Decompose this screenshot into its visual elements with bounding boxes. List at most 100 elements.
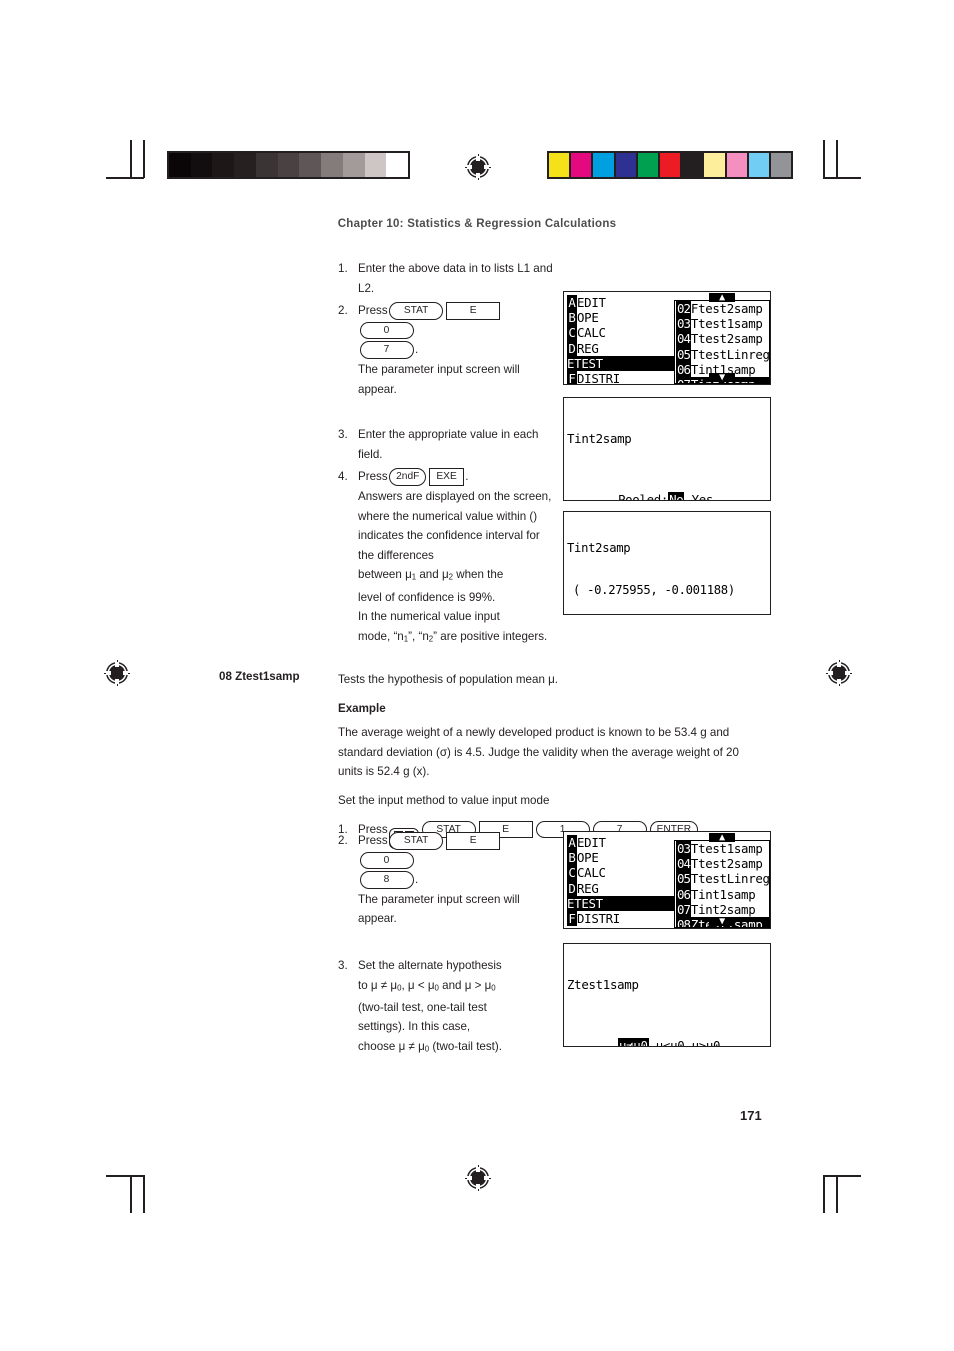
scroll-up-arrow-icon[interactable]: ▲: [709, 833, 735, 843]
lcd-menu-item-label: CALC: [577, 865, 606, 881]
key-7[interactable]: 7: [359, 341, 414, 359]
lcd2-pooled-value-alt[interactable]: Yes: [684, 492, 714, 500]
lcd-menu-item[interactable]: BOPE: [567, 850, 687, 866]
lcd-menu-item[interactable]: FDISTRI: [567, 371, 687, 385]
lcd-popup-item-index: 06: [676, 361, 691, 378]
step3-line2-a: to: [358, 978, 371, 992]
step4-line6b: ”, “n: [408, 629, 429, 643]
step-item: 2. Press STAT E 0 7. The parameter input sc…: [338, 301, 553, 399]
step3-line5-b: (two-tail test).: [429, 1040, 502, 1054]
calibration-swatch: [615, 153, 636, 177]
step4-line3b: and: [416, 568, 442, 582]
lcd-popup-item[interactable]: 03Ttest1samp: [675, 841, 769, 857]
step4-line5: In the numerical value input: [358, 610, 500, 624]
lcd5-hypothesis-options[interactable]: μ<μ0 μ>μ0: [649, 1038, 721, 1046]
lcd-popup-item[interactable]: 03Ttest1samp: [675, 316, 769, 332]
step-extra-text: The parameter input screen will appear.: [358, 892, 520, 926]
key-8[interactable]: 8: [359, 871, 414, 889]
key-e[interactable]: E: [446, 832, 501, 850]
lcd-menu-item[interactable]: DREG: [567, 880, 687, 896]
greater-than-symbol: >: [471, 978, 485, 992]
scroll-up-arrow-icon[interactable]: ▲: [709, 293, 735, 303]
lcd-menu-item-letter: C: [567, 325, 577, 341]
lcd-popup-item-index: 05: [676, 346, 691, 362]
lcd-popup-item[interactable]: 05TtestLinreg: [675, 346, 769, 362]
lcd5-hypothesis-selected[interactable]: μ≠μ0: [617, 1038, 649, 1046]
crop-mark-tl-v2: [143, 140, 145, 178]
term-code-ztest1samp: 08 Ztest1samp: [219, 670, 300, 683]
calibration-swatch: [212, 153, 235, 177]
mu0-symbol: μ: [418, 1040, 425, 1054]
registration-mark-left: [104, 660, 130, 686]
key-stat[interactable]: STAT: [389, 832, 444, 850]
lcd3-row-interval: ( -0.275955, -0.001188): [573, 582, 735, 597]
lcd-popup-item[interactable]: 07Tint2samp: [675, 901, 769, 918]
lcd5-row-hypothesis: μ≠μ0 μ<μ0 μ>μ0: [567, 1023, 770, 1046]
lcd-popup-item-label: Ttest1samp: [690, 841, 763, 856]
lcd-screen-tint2samp-params: Tint2samp Pooled:No Yes C-level=0.99 Lis…: [563, 397, 771, 501]
lcd-popup-item-label: TtestLinreg: [690, 871, 770, 887]
calibration-swatch: [255, 153, 278, 177]
press-tail: .: [415, 343, 419, 357]
lcd-menu-item-label: DISTRI: [577, 371, 620, 385]
definition-pre: Tests the hypothesis of population mean: [338, 673, 549, 686]
lcd-menu-item[interactable]: ETEST: [567, 355, 687, 372]
lcd-menu-item-label: OPE: [577, 850, 599, 866]
key-0[interactable]: 0: [359, 851, 414, 870]
color-calibration-bar: [547, 151, 793, 179]
lcd-menu-item[interactable]: FDISTRI: [567, 911, 687, 927]
sigma-symbol: σ: [439, 745, 447, 759]
mu-symbol: μ: [370, 978, 378, 992]
step3-line1: Set the alternate hypothesis: [358, 958, 502, 972]
mu-symbol: μ: [405, 568, 412, 582]
step-text: Press 2ndF EXE. Answers are displayed on t…: [358, 467, 553, 649]
key-exe[interactable]: EXE: [429, 468, 464, 486]
lcd-menu-item-selected[interactable]: ETEST: [567, 355, 685, 372]
lcd-menu-item[interactable]: DREG: [567, 340, 687, 356]
ztest-body-column: Tests the hypothesis of population mean …: [338, 670, 763, 853]
step-number: 3.: [338, 958, 348, 972]
lcd-popup-item[interactable]: 06Tint1samp: [675, 886, 769, 902]
lcd-menu-item-label: DISTRI: [577, 911, 620, 927]
lcd-menu-item[interactable]: BOPE: [567, 310, 687, 326]
lcd-menu-item-selected[interactable]: ETEST: [567, 895, 685, 912]
step3-line5-a: choose: [358, 1040, 399, 1054]
scroll-down-arrow-icon[interactable]: ▼: [709, 917, 735, 927]
lcd-popup-item-index: 06: [676, 886, 691, 902]
not-equal-symbol: ≠: [405, 1040, 419, 1054]
lcd-menu-item[interactable]: AEDIT: [567, 835, 687, 851]
lcd-popup-item[interactable]: 04Ttest2samp: [675, 856, 769, 872]
key-0[interactable]: 0: [359, 321, 414, 340]
lcd-popup-item[interactable]: 04Ttest2samp: [675, 331, 769, 347]
key-stat[interactable]: STAT: [389, 302, 444, 320]
step4-line4: level of confidence is 99%.: [358, 590, 496, 604]
lcd-menu-item[interactable]: AEDIT: [567, 295, 687, 311]
lcd-popup-item-label: Tint2samp: [690, 901, 756, 917]
press-label: Press: [358, 834, 388, 847]
crop-mark-tl-v: [130, 140, 132, 178]
lcd-menu-item[interactable]: ETEST: [567, 895, 687, 912]
press-tail: .: [415, 873, 419, 887]
step-number: 3.: [338, 428, 348, 442]
crop-mark-bl-v2: [143, 1175, 145, 1213]
crop-mark-br-h: [823, 1175, 861, 1177]
step-text: Enter the appropriate value in each fiel…: [358, 428, 539, 461]
lcd-popup-item[interactable]: 05TtestLinreg: [675, 871, 770, 887]
not-equal-symbol: ≠: [377, 978, 391, 992]
step-number: 1.: [338, 262, 348, 275]
step-extra-text: The parameter input screen will appear.: [358, 362, 520, 396]
lcd2-row-pooled: Pooled:No Yes: [567, 477, 770, 500]
press-label: Press: [358, 470, 388, 484]
lcd-menu-item-letter: A: [567, 295, 577, 311]
example-paragraph-2: Set the input method to value input mode: [338, 793, 550, 807]
lcd2-pooled-value-selected[interactable]: No: [668, 492, 685, 500]
calibration-swatch: [386, 153, 409, 177]
lcd-popup-item[interactable]: 02Ftest2samp: [675, 301, 769, 317]
page-header: Chapter 10: Statistics & Regression Calc…: [337, 218, 617, 230]
key-e[interactable]: E: [446, 302, 501, 320]
step-text: Set the alternate hypothesis to μ ≠ μ0, …: [358, 956, 553, 1059]
lcd-menu-item[interactable]: CCALC: [567, 865, 687, 881]
scroll-down-arrow-icon[interactable]: ▼: [709, 373, 735, 383]
key-2ndf[interactable]: 2ndF: [389, 468, 427, 486]
lcd-menu-item[interactable]: CCALC: [567, 325, 687, 341]
